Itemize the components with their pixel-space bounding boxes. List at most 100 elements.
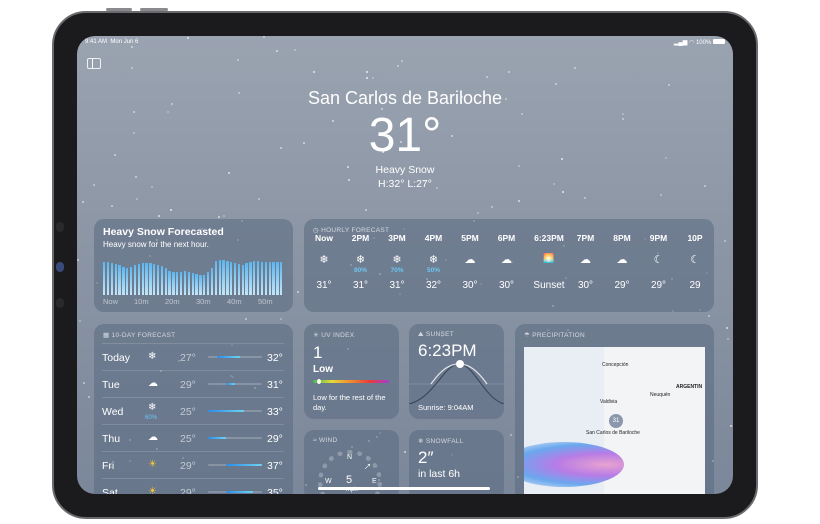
cloud-icon: ☁ [464,254,476,266]
snowflake-particle [77,259,80,262]
snowflake-particle [583,197,586,200]
hour-label: 2PM [351,233,370,243]
low-temp: 29° [180,460,196,472]
precip-chance [569,267,603,276]
sun-icon: ☀ [148,486,157,494]
sidebar-toggle-icon[interactable] [87,58,101,69]
hour-label: 4PM [424,233,443,243]
weather-screen: 9:41 AM Mon Jun 6 ▂▄▆ ◠ 100% San Carlos … [77,36,733,494]
map-label: Neuquén [650,392,671,398]
home-indicator[interactable] [318,487,490,490]
precip-chance [526,267,572,276]
day-row[interactable]: Thu ☁ 25° 29° [102,424,284,451]
hour-label: 10P [687,233,703,243]
precipitation-card[interactable]: ☂ PRECIPITATION Concepción ARGENTIN Neuq… [515,324,714,494]
next-hour-card[interactable]: Heavy Snow Forecasted Heavy snow for the… [94,219,293,312]
day-row[interactable]: Sat ☀ 29° 35° [102,478,284,494]
location-pin[interactable]: 31 [609,414,623,428]
battery-icon [713,39,725,44]
snowflake-particle [397,65,400,68]
map-label: Valdivia [600,399,618,405]
precip-bar [114,263,117,295]
snowflake-particle [218,216,221,219]
low-temp: 25° [180,406,196,418]
snowflake-particle [366,76,369,79]
precipitation-title: ☂ PRECIPITATION [524,332,586,339]
precip-chance [605,267,639,276]
precip-bar [260,261,264,295]
high-temp: 37° [267,460,283,472]
snowflake-particle [729,424,732,427]
hourly-item: 6PM ☁ 30° [490,233,524,291]
snowflake-particle [236,59,239,62]
temp-range-bar [208,410,262,412]
ten-day-card[interactable]: ▦ 10-DAY FORECAST Today ❄ 27° 32° Tue ☁ 29° 31°… [94,324,293,494]
precipitation-map[interactable]: Concepción ARGENTIN Neuquén Valdivia 31 … [524,347,705,494]
hourly-forecast-card[interactable]: ◷ HOURLY FORECAST Now ❄ 31° 2PM ❄ 80% 31° 3PM ❄ 7… [304,219,714,312]
precip-bar [249,261,252,295]
minute-axis-label: 10m [134,297,149,306]
hour-temp: 29 [689,280,701,291]
precip-bar [180,272,183,295]
sunset-card[interactable]: ⛰ SUNSET 6:23PM Sunrise: 9:04AM [409,324,504,419]
low-temp: 27° [180,352,196,364]
precip-bar [133,264,137,295]
precip-bar [137,263,140,295]
precip-bar [214,260,217,295]
uv-level: Low [313,364,333,375]
hour-temp: 31° [316,280,332,291]
snowflake-particle [82,382,85,385]
precip-bar [156,264,160,295]
snowflake-particle [726,337,729,340]
day-row[interactable]: Today ❄ 27° 32° [102,343,284,370]
precip-bar [257,260,260,295]
hour-temp: Sunset [533,280,565,291]
snowflake-particle [258,197,261,200]
hour-temp: 29° [614,280,630,291]
low-temp: 29° [180,379,196,391]
hourly-item: 9PM ☾ 29° [642,233,676,291]
precip-bar [203,275,206,295]
hourly-item: 6:23PM 🌅 Sunset [526,233,572,291]
precip-bar [118,265,121,295]
sunset-icon: 🌅 [543,253,555,263]
day-name: Fri [102,460,115,472]
day-row[interactable]: Tue ☁ 29° 31° [102,370,284,397]
cloud-icon: ☁ [148,432,158,443]
precip-overlay [524,442,624,487]
uv-index-card[interactable]: ☀ UV INDEX 1 Low Low for the rest of the… [304,324,399,419]
day-name: Tue [102,379,120,391]
snowflake-particle [263,36,266,38]
wind-card[interactable]: ≈ WIND N W E → 5 mph [304,430,399,494]
snowflake-particle [223,214,226,217]
map-label: ARGENTIN [676,384,703,390]
precip-bar [241,264,244,295]
precip-bar [106,262,110,295]
precip-bar [126,267,129,295]
precip-bar [253,260,256,295]
precip-bar [164,268,167,295]
city-name: San Carlos de Bariloche [307,88,503,108]
snowfall-card[interactable]: ❄ SNOWFALL 2″ in last 6h [409,430,504,494]
precip-chance: 60% [145,415,158,421]
cloud-moon-icon: ☁ [616,254,628,266]
snowflake-particle [365,208,368,211]
wind-title: ≈ WIND [313,437,338,444]
precip-chance [490,267,524,276]
precip-bar [172,272,175,295]
snowflake-icon: ❄ [355,254,366,266]
snowflake-particle [508,71,511,74]
precip-bar [183,271,187,295]
precip-bar [222,260,225,295]
precip-bar [226,260,229,295]
day-row[interactable]: Fri ☀ 29° 37° [102,451,284,478]
snowfall-title: ❄ SNOWFALL [418,438,464,445]
ten-day-title: ▦ 10-DAY FORECAST [103,332,176,339]
compass-w: W [325,478,332,485]
hour-label: 6:23PM [534,233,564,243]
snowflake-icon: ❄ [148,402,157,413]
cloud-icon: ☁ [148,378,158,389]
snowflake-particle [110,205,113,207]
minute-axis-label: 40m [227,297,242,306]
day-row[interactable]: Wed ❄ 60% 25° 33° [102,397,284,424]
